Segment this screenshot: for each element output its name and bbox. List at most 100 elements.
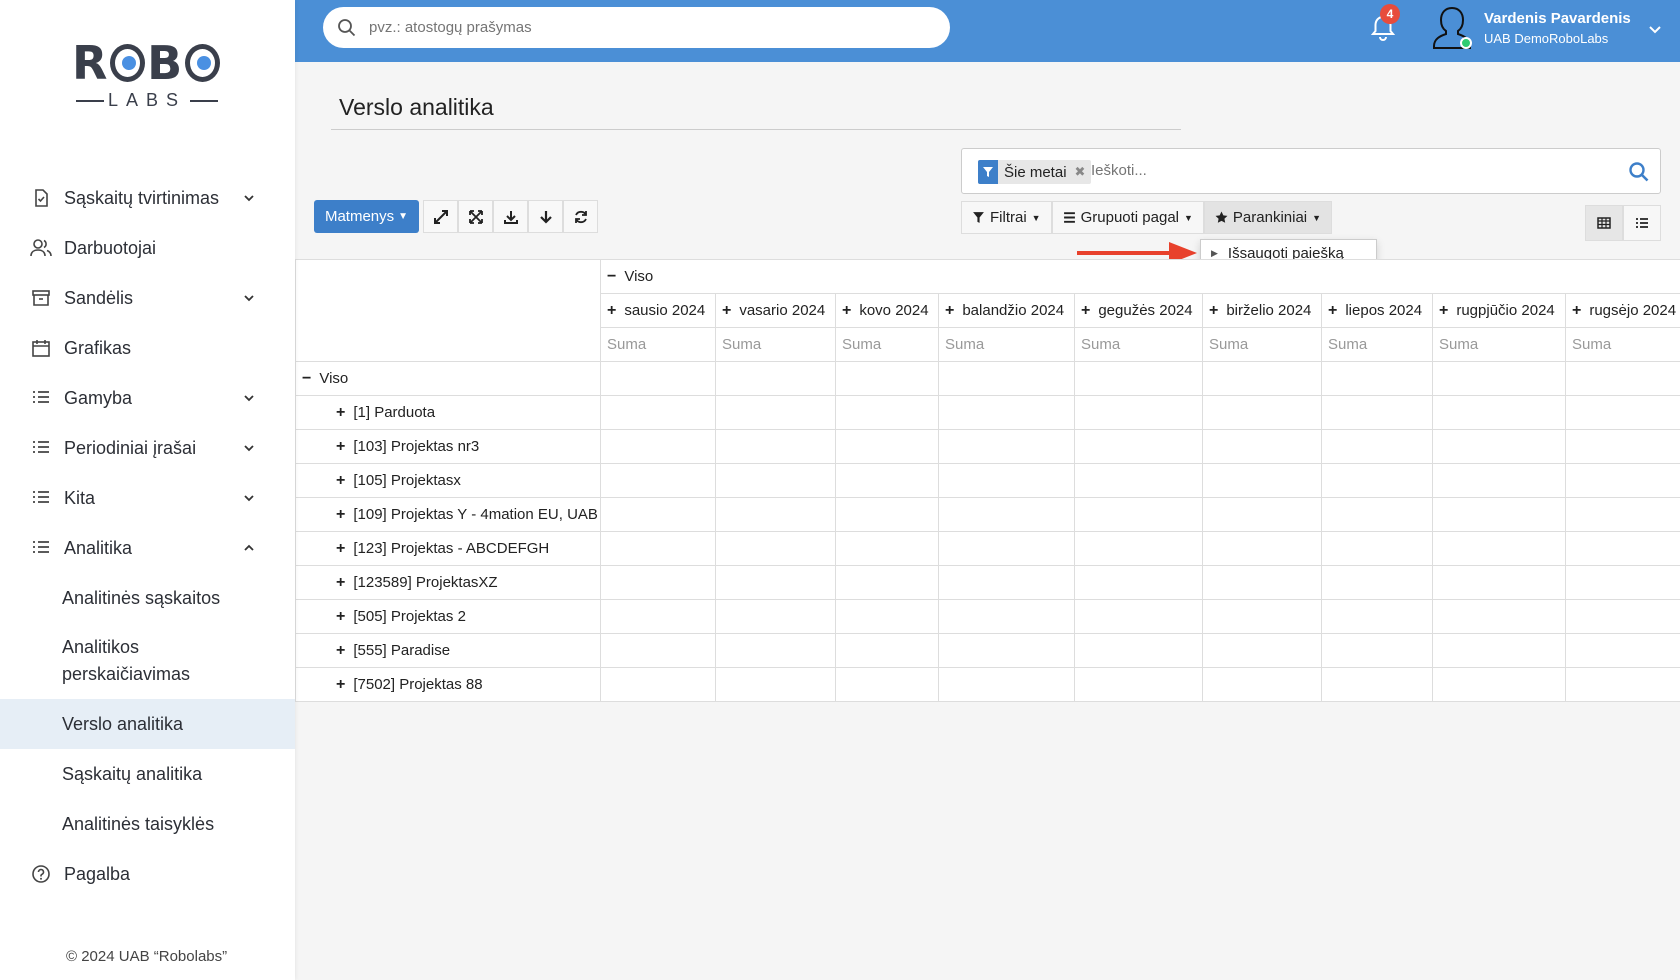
row-label: [1] Parduota xyxy=(353,403,436,421)
pivot-row-header[interactable]: + [105] Projektasx xyxy=(295,463,601,498)
download-icon xyxy=(503,210,518,224)
download-button[interactable] xyxy=(493,200,528,233)
sidebar-item-analitika[interactable]: Analitika xyxy=(0,523,295,573)
measure-header[interactable]: Suma xyxy=(1321,327,1433,362)
facet-search-input[interactable] xyxy=(1091,162,1591,179)
sidebar-subitem-analitikos-perskaiciavimas[interactable]: Analitikos perskaičiavimas xyxy=(0,623,295,699)
robolabs-logo[interactable]: RB LABS xyxy=(72,38,222,118)
pivot-row-header[interactable]: + [103] Projektas nr3 xyxy=(295,429,601,464)
global-search[interactable] xyxy=(323,7,950,48)
expand-all-button[interactable] xyxy=(458,200,493,233)
pivot-month-header[interactable]: + rugsėjo 2024 xyxy=(1564,293,1680,328)
company-name[interactable]: UAB DemoRoboLabs xyxy=(1484,31,1608,46)
pivot-row-header[interactable]: + [123589] ProjektasXZ xyxy=(295,565,601,600)
expand-icon: + xyxy=(1209,301,1219,319)
expand-icon: + xyxy=(722,301,732,319)
sidebar-item-sandelis[interactable]: Sandėlis xyxy=(0,273,295,323)
collapse-icon: − xyxy=(302,369,312,387)
sidebar-subitem-analitines-taisykles[interactable]: Analitinės taisyklės xyxy=(0,799,295,849)
refresh-button[interactable] xyxy=(563,200,598,233)
expand-icon: + xyxy=(336,607,346,625)
measure-header[interactable]: Suma xyxy=(1074,327,1203,362)
sidebar-subitem-label: Analitinės sąskaitos xyxy=(62,587,221,608)
group-by-dropdown-button[interactable]: Grupuoti pagal ▼ xyxy=(1051,201,1204,234)
sidebar-subitem-label: Analitinės taisyklės xyxy=(62,813,215,834)
measure-header[interactable]: Suma xyxy=(715,327,836,362)
chevron-down-icon[interactable] xyxy=(1648,22,1662,36)
measure-header[interactable]: Suma xyxy=(835,327,939,362)
pivot-month-header[interactable]: + sausio 2024 xyxy=(600,293,716,328)
pivot-row-header[interactable]: + [505] Projektas 2 xyxy=(295,599,601,634)
list-icon xyxy=(30,387,52,409)
flip-axis-button[interactable] xyxy=(423,200,458,233)
sidebar-item-kita[interactable]: Kita xyxy=(0,473,295,523)
row-label: [7502] Projektas 88 xyxy=(353,675,483,693)
month-label: gegužės 2024 xyxy=(1098,301,1193,319)
pivot-month-header[interactable]: + vasario 2024 xyxy=(715,293,836,328)
expand-icon: + xyxy=(1081,301,1091,319)
month-label: liepos 2024 xyxy=(1345,301,1423,319)
sidebar-item-label: Gamyba xyxy=(64,387,133,408)
sidebar-subitem-analitines-saskaitos[interactable]: Analitinės sąskaitos xyxy=(0,573,295,623)
global-search-input[interactable] xyxy=(369,19,929,36)
caret-down-icon: ▼ xyxy=(1031,212,1041,223)
pivot-month-header[interactable]: + kovo 2024 xyxy=(835,293,939,328)
favorites-dropdown-button[interactable]: Parankiniai ▼ xyxy=(1203,201,1333,234)
table-row: − Viso xyxy=(295,361,1680,396)
pivot-view-button[interactable] xyxy=(1585,205,1623,241)
sidebar-item-pagalba[interactable]: Pagalba xyxy=(0,849,295,899)
search-facet-box[interactable]: Šie metai ✖ xyxy=(961,148,1661,194)
measure-header[interactable]: Suma xyxy=(600,327,716,362)
sidebar-item-gamyba[interactable]: Gamyba xyxy=(0,373,295,423)
pivot-month-header[interactable]: + liepos 2024 xyxy=(1321,293,1433,328)
pivot-month-header[interactable]: + gegužės 2024 xyxy=(1074,293,1203,328)
active-filter-facet[interactable]: Šie metai ✖ xyxy=(978,160,1092,184)
pivot-row-header[interactable]: + [123] Projektas - ABCDEFGH xyxy=(295,531,601,566)
sidebar-item-grafikas[interactable]: Grafikas xyxy=(0,323,295,373)
caret-down-icon: ▼ xyxy=(398,211,409,222)
sidebar-subitem-saskaitu-analitika[interactable]: Sąskaitų analitika xyxy=(0,749,295,799)
user-name[interactable]: Vardenis Pavardenis xyxy=(1484,10,1631,27)
sidebar-item-label: Analitika xyxy=(64,537,133,558)
row-label: [109] Projektas Y - 4mation EU, UAB xyxy=(353,505,598,523)
sidebar-subitem-verslo-analitika[interactable]: Verslo analitika xyxy=(0,699,295,749)
sidebar-item-periodiniai-irasai[interactable]: Periodiniai įrašai xyxy=(0,423,295,473)
matmenys-button[interactable]: Matmenys ▼ xyxy=(314,200,419,233)
table-icon xyxy=(1597,217,1611,229)
export-button[interactable] xyxy=(528,200,563,233)
chevron-down-icon xyxy=(244,195,254,202)
remove-facet-icon[interactable]: ✖ xyxy=(1075,164,1086,180)
sidebar-item-label: Darbuotojai xyxy=(64,237,157,258)
expand-icon: + xyxy=(1328,301,1338,319)
pivot-row-header-total[interactable]: − Viso xyxy=(295,361,601,396)
list-view-button[interactable] xyxy=(1623,205,1661,241)
expand-arrows-icon xyxy=(433,209,448,224)
month-label: balandžio 2024 xyxy=(962,301,1065,319)
pivot-month-header[interactable]: + rugpjūčio 2024 xyxy=(1432,293,1566,328)
month-label: kovo 2024 xyxy=(859,301,929,319)
pivot-row-header[interactable]: + [555] Paradise xyxy=(295,633,601,668)
measure-header[interactable]: Suma xyxy=(1564,327,1680,362)
measure-header[interactable]: Suma xyxy=(1432,327,1566,362)
pivot-row-header[interactable]: + [109] Projektas Y - 4mation EU, UAB xyxy=(295,497,601,532)
main-content: Verslo analitika Matmenys▼ Šie metai ✖ F… xyxy=(295,62,1680,980)
sidebar-item-darbuotojai[interactable]: Darbuotojai xyxy=(0,223,295,273)
month-label: rugpjūčio 2024 xyxy=(1456,301,1555,319)
chevron-down-icon xyxy=(244,495,254,502)
pivot-corner xyxy=(295,259,601,362)
measure-header[interactable]: Suma xyxy=(938,327,1075,362)
filters-dropdown-button[interactable]: Filtrai ▼ xyxy=(961,201,1052,234)
pivot-month-header[interactable]: + birželio 2024 xyxy=(1202,293,1322,328)
measure-header[interactable]: Suma xyxy=(1202,327,1322,362)
chevron-down-icon xyxy=(244,445,254,452)
pivot-row-header[interactable]: + [7502] Projektas 88 xyxy=(295,667,601,702)
pivot-month-header[interactable]: + balandžio 2024 xyxy=(938,293,1075,328)
calendar-icon xyxy=(30,337,52,359)
pivot-column-header-total[interactable]: − Viso xyxy=(599,259,1680,294)
pivot-toolbar xyxy=(423,200,598,233)
search-icon[interactable] xyxy=(1628,161,1650,183)
table-row: + [105] Projektasx xyxy=(295,463,1680,498)
archive-icon xyxy=(30,287,52,309)
sidebar-item-saskaitu-tvirtinimas[interactable]: Sąskaitų tvirtinimas xyxy=(0,173,295,223)
pivot-row-header[interactable]: + [1] Parduota xyxy=(295,395,601,430)
